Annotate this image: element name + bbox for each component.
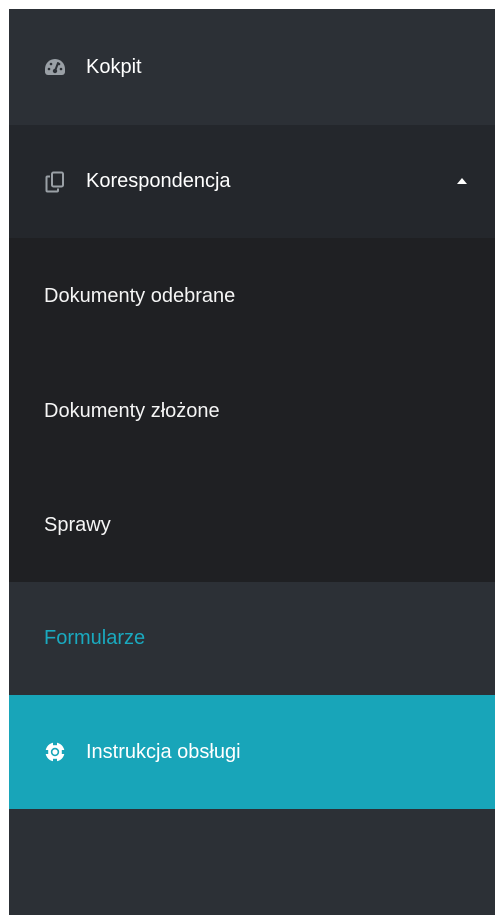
submenu-item-label: Dokumenty złożone: [44, 399, 220, 422]
sidebar-item-formularze-label: Formularze: [44, 627, 146, 649]
submenu-item-label: Dokumenty odebrane: [44, 284, 236, 307]
sidebar-item-korespondencja[interactable]: Korespondencja: [9, 125, 495, 238]
life-ring-icon: [44, 741, 66, 763]
submenu-item-dokumenty-odebrane[interactable]: Dokumenty odebrane: [9, 238, 495, 354]
korespondencja-submenu: Dokumenty odebrane Dokumenty złożone Spr…: [9, 238, 495, 582]
submenu-item-dokumenty-zlozone[interactable]: Dokumenty złożone: [9, 354, 495, 468]
copy-documents-icon: [44, 171, 66, 193]
chevron-up-icon: [457, 177, 467, 184]
submenu-item-label: Sprawy: [44, 513, 111, 536]
sidebar-item-kokpit-label: Kokpit: [86, 55, 142, 78]
sidebar-item-kokpit[interactable]: Kokpit: [9, 9, 495, 125]
submenu-item-sprawy[interactable]: Sprawy: [9, 468, 495, 582]
sidebar-item-formularze[interactable]: Formularze: [9, 582, 495, 695]
sidebar-item-instrukcja-label: Instrukcja obsługi: [86, 740, 241, 763]
sidebar-item-instrukcja[interactable]: Instrukcja obsługi: [9, 695, 495, 809]
dashboard-gauge-icon: [44, 56, 66, 78]
sidebar-item-korespondencja-label: Korespondencja: [86, 170, 231, 192]
sidebar-nav: Kokpit Korespondencja Dokumenty odebrane…: [9, 9, 495, 915]
